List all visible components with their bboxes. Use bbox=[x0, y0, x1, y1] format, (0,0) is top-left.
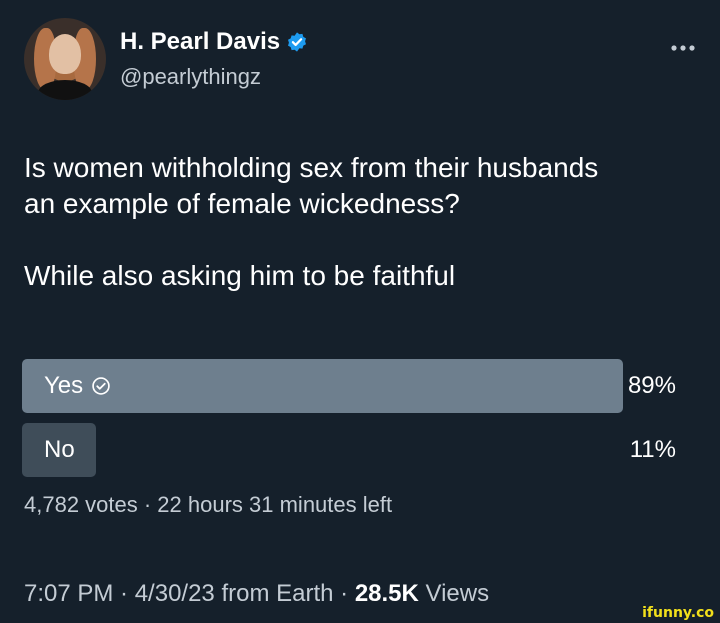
tweet-line-1: Is women withholding sex from their husb… bbox=[24, 152, 599, 183]
watermark: ifunny.co bbox=[642, 605, 714, 621]
poll-option-label: No bbox=[44, 436, 75, 464]
tweet-paragraph-1: Is women withholding sex from their husb… bbox=[24, 150, 694, 222]
poll-percent-yes: 89% bbox=[627, 372, 676, 399]
tweet-text: Is women withholding sex from their husb… bbox=[24, 150, 694, 294]
more-options-button[interactable] bbox=[670, 32, 696, 58]
tweet-footer: 7:07 PM · 4/30/23 from Earth · 28.5K Vie… bbox=[24, 580, 489, 608]
user-handle[interactable]: @pearlythingz bbox=[120, 64, 261, 90]
tweet-paragraph-2: While also asking him to be faithful bbox=[24, 258, 694, 294]
timestamp[interactable]: 7:07 PM · 4/30/23 from Earth · bbox=[24, 580, 355, 607]
views-count: 28.5K bbox=[354, 580, 419, 607]
tweet-header: H. Pearl Davis @pearlythingz bbox=[24, 18, 696, 100]
check-circle-icon bbox=[92, 377, 110, 395]
poll-option-text: Yes bbox=[44, 372, 84, 399]
avatar-shirt bbox=[38, 80, 92, 100]
more-horizontal-icon bbox=[671, 45, 695, 51]
tweet-line-3: While also asking him to be faithful bbox=[24, 260, 456, 291]
avatar-face bbox=[49, 34, 81, 74]
poll-option-no[interactable]: No 11% bbox=[22, 423, 678, 477]
name-row: H. Pearl Davis bbox=[120, 28, 308, 56]
tweet-line-2: an example of female wickedness? bbox=[24, 188, 460, 219]
poll-percent-no: 11% bbox=[629, 436, 676, 463]
display-name[interactable]: H. Pearl Davis bbox=[120, 28, 280, 56]
poll: Yes 89% No 11% bbox=[22, 359, 678, 487]
avatar[interactable] bbox=[24, 18, 106, 100]
poll-option-yes[interactable]: Yes 89% bbox=[22, 359, 678, 413]
poll-bar-yes bbox=[22, 359, 623, 413]
poll-option-label: Yes bbox=[44, 372, 111, 400]
views-label: Views bbox=[418, 580, 490, 607]
verified-badge-icon bbox=[288, 32, 307, 52]
poll-option-text: No bbox=[44, 436, 75, 463]
poll-meta: 4,782 votes · 22 hours 31 minutes left bbox=[24, 492, 393, 517]
